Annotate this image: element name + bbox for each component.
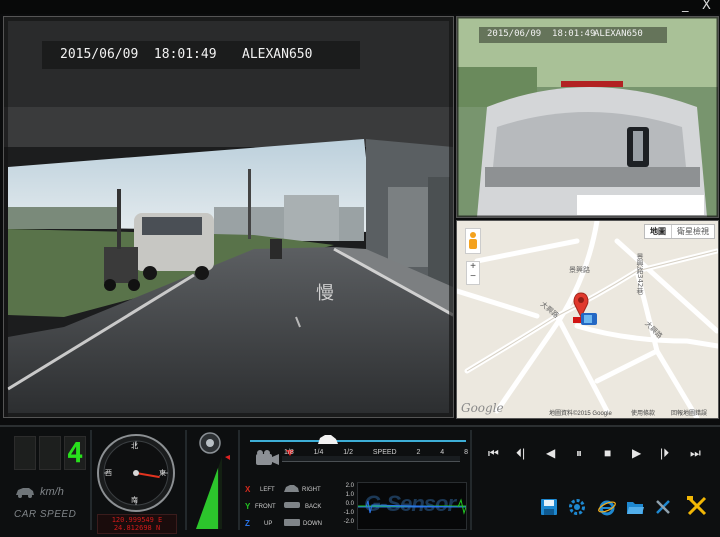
tools-icon[interactable] [654,498,672,516]
divider [185,430,187,530]
playback-progress-track[interactable] [250,440,466,442]
y-tick: 2.0 [345,483,354,489]
front-camera-frame: 慢 [4,17,453,417]
speed-scale-labels: 1/8 1/4 1/2 SPEED 2 4 8 [284,449,468,456]
speed-unit-label: km/h [40,486,64,498]
map-road-label: 景興路 [569,266,590,274]
car-speed-label: CAR SPEED [14,509,77,520]
latitude-value: 24.812698 N [113,524,161,532]
compass-south: 南 [131,497,138,504]
map-copyright: 地圖資料©2015 Google [549,411,612,417]
compass-west: 西 [105,470,112,477]
map-report-link[interactable]: 回報地圖錯誤 [671,408,707,417]
google-logo: Google [461,401,504,415]
compass-gauge: 北 東 南 西 [96,433,176,513]
rear-camera-device-label: ALEXAN650 [594,29,643,39]
y-tick: 0.0 [345,501,354,507]
front-camera-view[interactable]: 慢 2015/06/09 18:01:49 ALEXAN650 [3,16,454,418]
speed-mark[interactable]: 8 [464,449,468,456]
gsensor-z-label: Z [245,519,250,528]
satellite-type-button[interactable]: 衛星檢視 [672,225,714,238]
zoom-out-button[interactable]: − [467,272,479,282]
vehicle-icon [573,313,597,325]
y-tick: 1.0 [345,492,354,498]
stop-button[interactable]: ■ [604,446,611,460]
pause-button[interactable]: ⏸ [576,446,582,461]
divider [238,430,240,530]
street-view-pegman-icon[interactable] [465,228,481,254]
y-tick: -1.0 [343,510,354,516]
play-button[interactable]: ▶ [632,446,641,460]
speed-digit [14,436,36,470]
internet-explorer-icon[interactable] [598,498,616,516]
gsensor-y-axis: 2.0 1.0 0.0 -1.0 -2.0 [330,482,354,528]
rear-camera-frame [457,17,718,217]
speed-digit [39,436,61,470]
divider [470,430,472,530]
speed-mark[interactable]: 4 [440,449,444,456]
gsensor-left-label: LEFT [260,487,275,493]
open-folder-icon[interactable] [626,498,644,516]
speed-scale[interactable] [282,450,462,462]
speed-mark[interactable]: 2 [417,449,421,456]
settings-gear-icon[interactable] [568,498,586,516]
progress-car-icon[interactable] [316,434,340,446]
crossed-tools-icon[interactable] [686,495,708,517]
gsensor-x-label: X [245,485,251,494]
gsensor-graph: G-Sensor [357,482,467,530]
skip-to-start-button[interactable]: ⏮ [488,446,499,461]
step-forward-button[interactable]: |⏵ [660,446,669,461]
speed-mark[interactable]: 1/4 [314,449,324,456]
rewind-button[interactable]: ◀ [546,446,555,460]
rear-camera-view[interactable]: 2015/06/09 18:01:49 ALEXAN650 [456,16,719,218]
speed-mark: SPEED [372,449,397,456]
svg-text:慢: 慢 [316,283,334,304]
gsensor-axis-car-icons [284,485,300,526]
gsensor-down-label: DOWN [303,521,322,527]
gsensor-traces [358,498,466,515]
speed-mark[interactable]: 1/2 [343,449,353,456]
divider [90,430,92,530]
gsensor-up-label: UP [264,521,273,527]
volume-level-meter[interactable] [194,455,234,533]
gps-coordinates: 120.999549 E 24.812698 N [97,514,177,534]
gsensor-right-label: RIGHT [302,487,321,493]
map-type-button[interactable]: 地圖 [645,225,672,238]
map-zoom-control: + − [466,261,480,285]
compass-north: 北 [131,443,138,450]
speed-display: 4 [14,436,86,470]
longitude-value: 120.999549 E [111,516,163,524]
map-view[interactable]: 地圖 衛星檢視 + − 景興路 景興路342巷 大興路 大興路 Google 地… [456,220,719,419]
front-camera-timestamp: 2015/06/09 18:01:49 [60,47,217,62]
license-plate-mask [577,195,704,215]
title-bar [0,0,720,14]
front-camera-device-label: ALEXAN650 [242,47,313,62]
volume-knob-icon[interactable] [199,432,221,454]
gsensor-y-label: Y [245,502,251,511]
step-back-button[interactable]: ⏴| [516,446,525,461]
skip-to-end-button[interactable]: ⏭ [690,446,701,461]
close-button[interactable]: X [702,0,711,14]
gsensor-front-label: FRONT [255,504,276,510]
car-icon [16,488,34,498]
save-icon[interactable] [540,498,558,516]
video-camera-icon [256,450,279,465]
compass-east: 東 [159,470,166,477]
minimize-button[interactable]: _ [682,0,689,14]
gsensor-back-label: BACK [305,504,322,510]
y-tick: -2.0 [343,519,354,525]
map-terms-link[interactable]: 使用條款 [631,408,655,417]
speed-digit: 4 [64,436,86,470]
rear-camera-timestamp: 2015/06/09 18:01:49 [487,29,596,39]
map-road-label: 景興路342巷 [636,253,644,295]
speed-mark[interactable]: 1/8 [284,449,294,456]
